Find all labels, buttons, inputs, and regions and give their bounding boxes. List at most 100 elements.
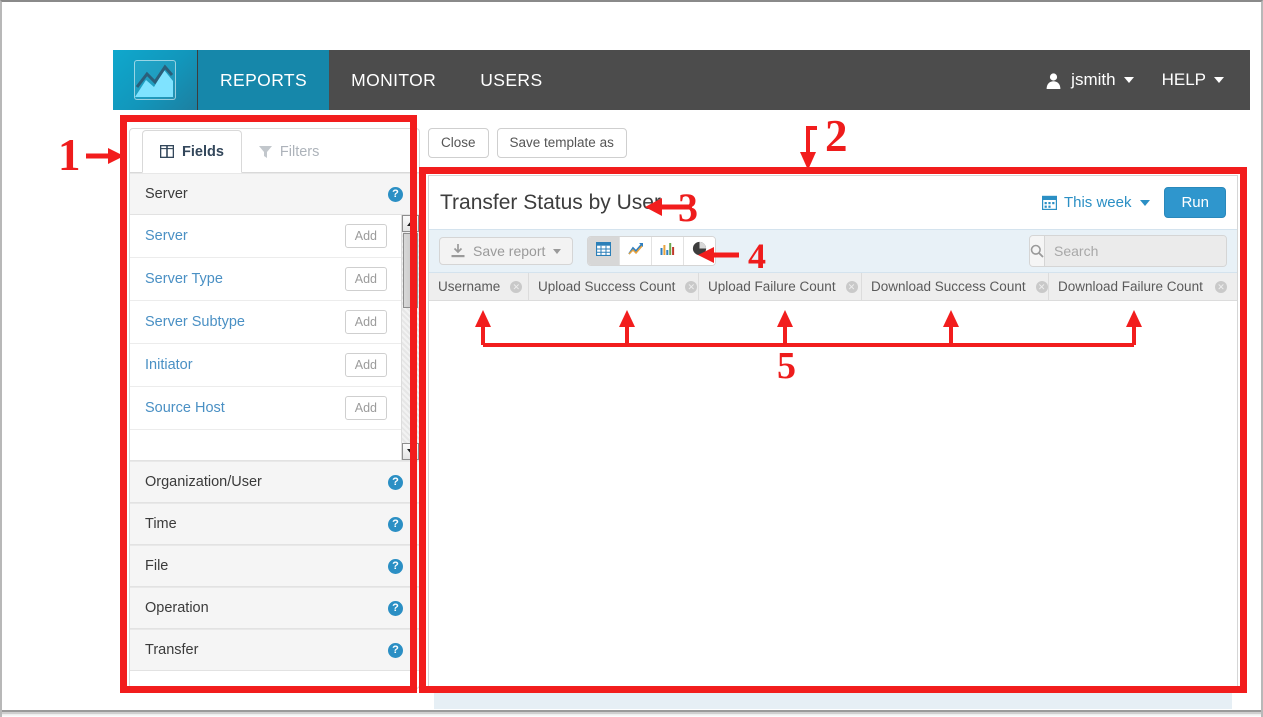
column-header-label: Download Success Count [871, 279, 1026, 294]
save-template-as-button[interactable]: Save template as [496, 128, 627, 158]
annotation-marker-3: 3 [678, 185, 698, 230]
help-label: HELP [1161, 70, 1206, 89]
annotation-marker-5: 5 [777, 345, 796, 387]
help-circle-icon[interactable]: ? [388, 558, 403, 574]
nav-item-users[interactable]: USERS [458, 50, 564, 110]
report-card: Transfer Status by User This week Run Sa… [428, 175, 1238, 717]
nav-item-monitor-label: MONITOR [351, 69, 437, 90]
field-group-server-label: Server [145, 186, 188, 202]
nav-item-monitor[interactable]: MONITOR [329, 50, 458, 110]
fields-panel: Fields Filters Server ? Server Add Serve… [129, 128, 420, 689]
chart-logo-icon [134, 60, 176, 100]
column-header-download-failure-count[interactable]: Download Failure Count ✕ [1049, 273, 1235, 300]
add-field-button[interactable]: Add [344, 395, 387, 421]
column-header-label: Download Failure Count [1058, 279, 1203, 294]
date-range-selector[interactable]: This week [1041, 194, 1151, 211]
user-name-label: jsmith [1071, 70, 1116, 89]
window-bottom-edge [2, 709, 1261, 717]
column-header-username[interactable]: Username ✕ [429, 273, 529, 300]
field-label-server-type[interactable]: Server Type [145, 271, 223, 287]
help-circle-icon[interactable]: ? [388, 474, 403, 490]
field-group-time[interactable]: Time ? [130, 503, 419, 545]
scrollbar-down-button[interactable] [402, 443, 419, 460]
search-icon[interactable] [1030, 236, 1045, 266]
column-header-upload-success-count[interactable]: Upload Success Count ✕ [529, 273, 699, 300]
user-menu[interactable]: jsmith [1031, 70, 1147, 90]
field-group-file[interactable]: File ? [130, 545, 419, 587]
grid-icon [596, 241, 612, 261]
chevron-down-icon [1140, 199, 1151, 206]
tab-filters[interactable]: Filters [242, 130, 336, 173]
run-button[interactable]: Run [1164, 187, 1226, 218]
help-circle-icon[interactable]: ? [388, 516, 403, 532]
funnel-icon [258, 145, 272, 158]
column-header-label: Username [438, 279, 501, 294]
report-header: Transfer Status by User This week Run [429, 176, 1237, 229]
brand-logo[interactable] [113, 50, 198, 110]
columns-icon [160, 145, 174, 158]
table-column-headers: Username ✕ Upload Success Count ✕ Upload… [429, 273, 1237, 301]
help-menu[interactable]: HELP [1148, 70, 1238, 90]
scrollbar-thumb[interactable] [403, 233, 418, 308]
search-box [1029, 235, 1227, 267]
remove-column-icon[interactable]: ✕ [845, 280, 858, 293]
close-button[interactable]: Close [428, 128, 489, 158]
field-group-file-label: File [145, 558, 169, 574]
nav-item-users-label: USERS [480, 69, 543, 90]
field-label-initiator[interactable]: Initiator [145, 357, 193, 373]
pie-chart-view-button[interactable] [684, 237, 716, 265]
column-header-download-success-count[interactable]: Download Success Count ✕ [862, 273, 1049, 300]
caret-up-icon [406, 221, 415, 226]
field-group-organization-user-label: Organization/User [145, 474, 262, 490]
bar-chart-view-button[interactable] [652, 237, 685, 265]
field-list-scrollbar[interactable] [401, 215, 419, 460]
nav-item-reports-label: REPORTS [220, 69, 308, 90]
field-row: Source Host Add [130, 387, 419, 430]
calendar-icon [1041, 195, 1057, 210]
field-label-server-subtype[interactable]: Server Subtype [145, 314, 245, 330]
tab-fields[interactable]: Fields [142, 130, 242, 173]
field-group-transfer-label: Transfer [145, 642, 199, 658]
scrollbar-up-button[interactable] [402, 215, 419, 232]
help-circle-icon[interactable]: ? [388, 186, 403, 202]
add-field-button[interactable]: Add [344, 266, 387, 292]
line-chart-view-button[interactable] [620, 237, 653, 265]
remove-column-icon[interactable]: ✕ [1215, 280, 1227, 293]
annotation-marker-1: 1 [58, 130, 81, 180]
add-field-button[interactable]: Add [344, 223, 387, 249]
field-list: Server Add Server Type Add Server Subtyp… [130, 215, 419, 461]
user-icon [1045, 72, 1062, 89]
application-window: REPORTS MONITOR USERS jsmith HELP Fields… [113, 50, 1250, 717]
field-row: Server Subtype Add [130, 301, 419, 344]
save-report-button[interactable]: Save report [439, 237, 574, 265]
report-toolbar: Save report [429, 229, 1237, 273]
field-group-transfer[interactable]: Transfer ? [130, 629, 419, 671]
save-report-label: Save report [473, 243, 546, 259]
panel-tabs: Fields Filters [130, 129, 419, 173]
column-header-label: Upload Success Count [538, 279, 676, 294]
remove-column-icon[interactable]: ✕ [1035, 280, 1048, 293]
add-field-button[interactable]: Add [344, 352, 387, 378]
screenshot-root: REPORTS MONITOR USERS jsmith HELP Fields… [0, 0, 1263, 717]
help-circle-icon[interactable]: ? [388, 642, 403, 658]
view-type-buttons [587, 236, 717, 266]
table-view-button[interactable] [588, 237, 621, 265]
field-group-operation[interactable]: Operation ? [130, 587, 419, 629]
field-group-organization-user[interactable]: Organization/User ? [130, 461, 419, 503]
field-group-operation-label: Operation [145, 600, 209, 616]
pie-chart-icon [692, 241, 707, 261]
add-field-button[interactable]: Add [344, 309, 387, 335]
search-input[interactable] [1045, 236, 1226, 266]
navbar-right-group: jsmith HELP [1031, 50, 1250, 110]
field-group-server[interactable]: Server ? [130, 173, 419, 215]
remove-column-icon[interactable]: ✕ [685, 280, 698, 293]
line-chart-icon [628, 242, 644, 261]
field-row: Server Add [130, 215, 419, 258]
column-header-upload-failure-count[interactable]: Upload Failure Count ✕ [699, 273, 862, 300]
field-label-server[interactable]: Server [145, 228, 188, 244]
field-label-source-host[interactable]: Source Host [145, 400, 225, 416]
help-circle-icon[interactable]: ? [388, 600, 403, 616]
bar-chart-icon [660, 242, 675, 261]
nav-item-reports[interactable]: REPORTS [198, 50, 330, 110]
remove-column-icon[interactable]: ✕ [510, 280, 523, 293]
